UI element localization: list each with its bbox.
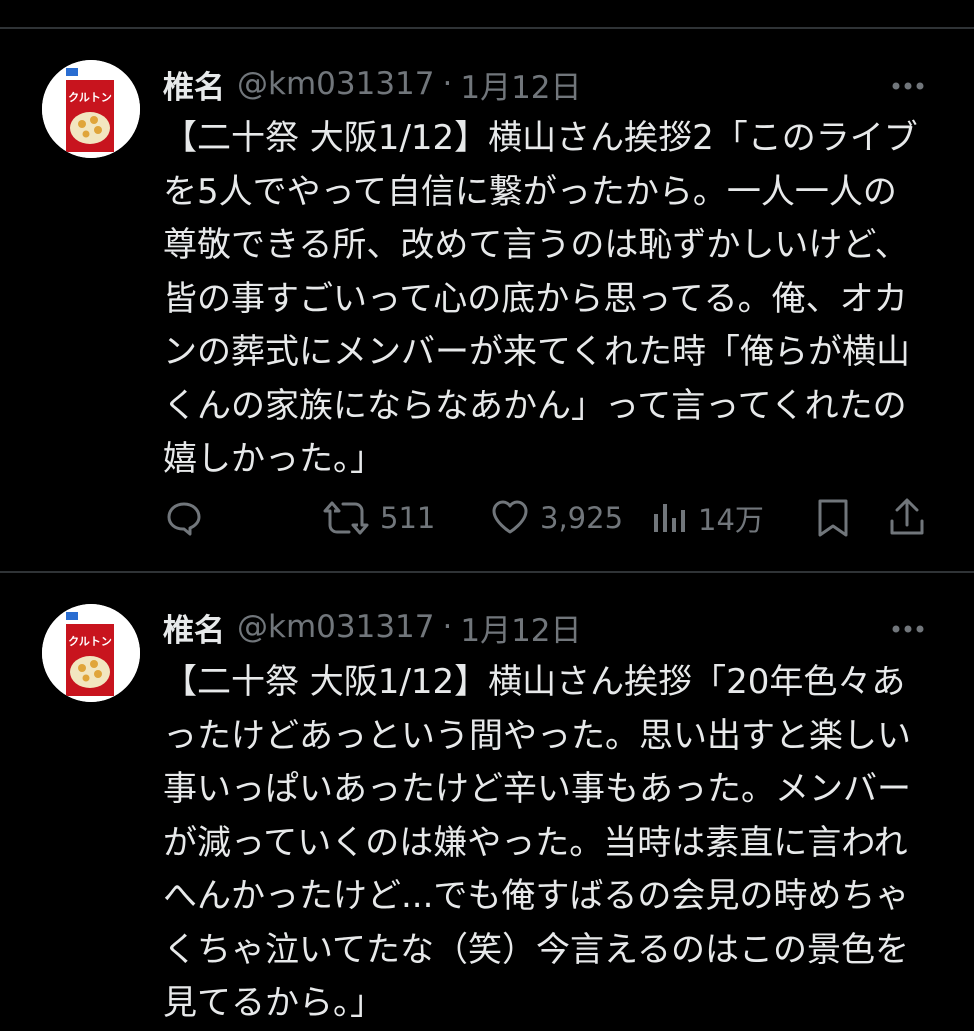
tweet-header: 椎名 @km031317 · 1月12日	[163, 62, 582, 107]
user-handle[interactable]: @km031317	[237, 66, 435, 102]
cereal-box-icon: クルトン	[42, 60, 140, 158]
top-divider	[0, 27, 974, 29]
tweet-date[interactable]: 1月12日	[460, 605, 581, 650]
reply-button[interactable]	[163, 493, 215, 543]
action-bar: 511 3,925 14万	[0, 493, 974, 543]
separator-dot: ·	[442, 66, 453, 102]
tweet-divider	[0, 571, 974, 573]
more-options-icon[interactable]	[888, 74, 928, 98]
cereal-box-icon: クルトン	[42, 604, 140, 702]
avatar[interactable]: クルトン	[42, 60, 140, 158]
display-name[interactable]: 椎名	[163, 62, 225, 107]
like-button[interactable]: 3,925	[490, 493, 623, 543]
views-button[interactable]: 14万	[652, 493, 764, 543]
tweet-date[interactable]: 1月12日	[460, 62, 581, 107]
display-name[interactable]: 椎名	[163, 605, 225, 650]
bookmark-icon	[818, 499, 848, 537]
analytics-icon	[654, 504, 685, 532]
separator-dot: ·	[442, 609, 453, 645]
retweet-count: 511	[380, 501, 436, 535]
tweet-text: 【二十祭 大阪1/12】横山さん挨拶「20年色々あ ったけどあっという間やった。…	[163, 662, 911, 1023]
like-count: 3,925	[540, 501, 624, 535]
retweet-button[interactable]: 511	[322, 493, 435, 543]
heart-icon	[492, 500, 528, 534]
retweet-icon	[323, 501, 369, 535]
tweet-header: 椎名 @km031317 · 1月12日	[163, 605, 582, 650]
avatar-label: クルトン	[68, 635, 112, 648]
avatar[interactable]: クルトン	[42, 604, 140, 702]
more-options-icon[interactable]	[888, 617, 928, 641]
bookmark-button[interactable]	[815, 493, 861, 543]
view-count: 14万	[698, 503, 764, 537]
share-button[interactable]	[888, 493, 936, 543]
user-handle[interactable]: @km031317	[237, 609, 435, 645]
avatar-label: クルトン	[68, 91, 112, 104]
tweet-text: 【二十祭 大阪1/12】横山さん挨拶2「このライブ を5人でやって自信に繋がった…	[163, 118, 918, 479]
reply-icon	[167, 502, 201, 536]
share-icon	[890, 498, 924, 535]
